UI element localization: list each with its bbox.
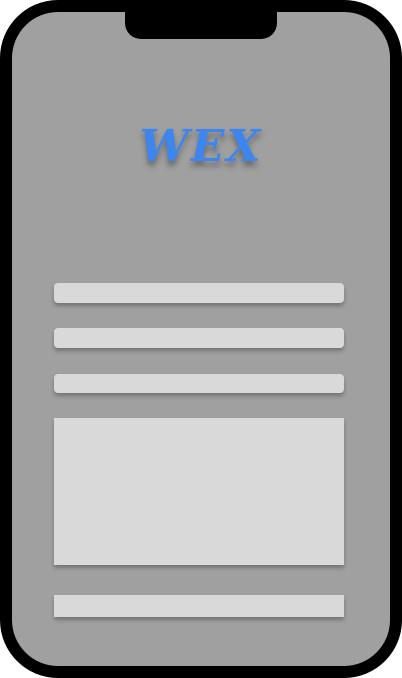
phone-frame: WEX: [0, 0, 402, 678]
app-logo: WEX: [139, 121, 263, 172]
form-field-3[interactable]: [54, 374, 344, 393]
submit-button[interactable]: [54, 595, 344, 617]
form-field-2[interactable]: [54, 328, 344, 348]
form-field-1[interactable]: [54, 283, 344, 303]
app-screen: WEX: [12, 12, 390, 666]
message-textarea[interactable]: [54, 418, 344, 565]
device-notch: [125, 12, 277, 39]
